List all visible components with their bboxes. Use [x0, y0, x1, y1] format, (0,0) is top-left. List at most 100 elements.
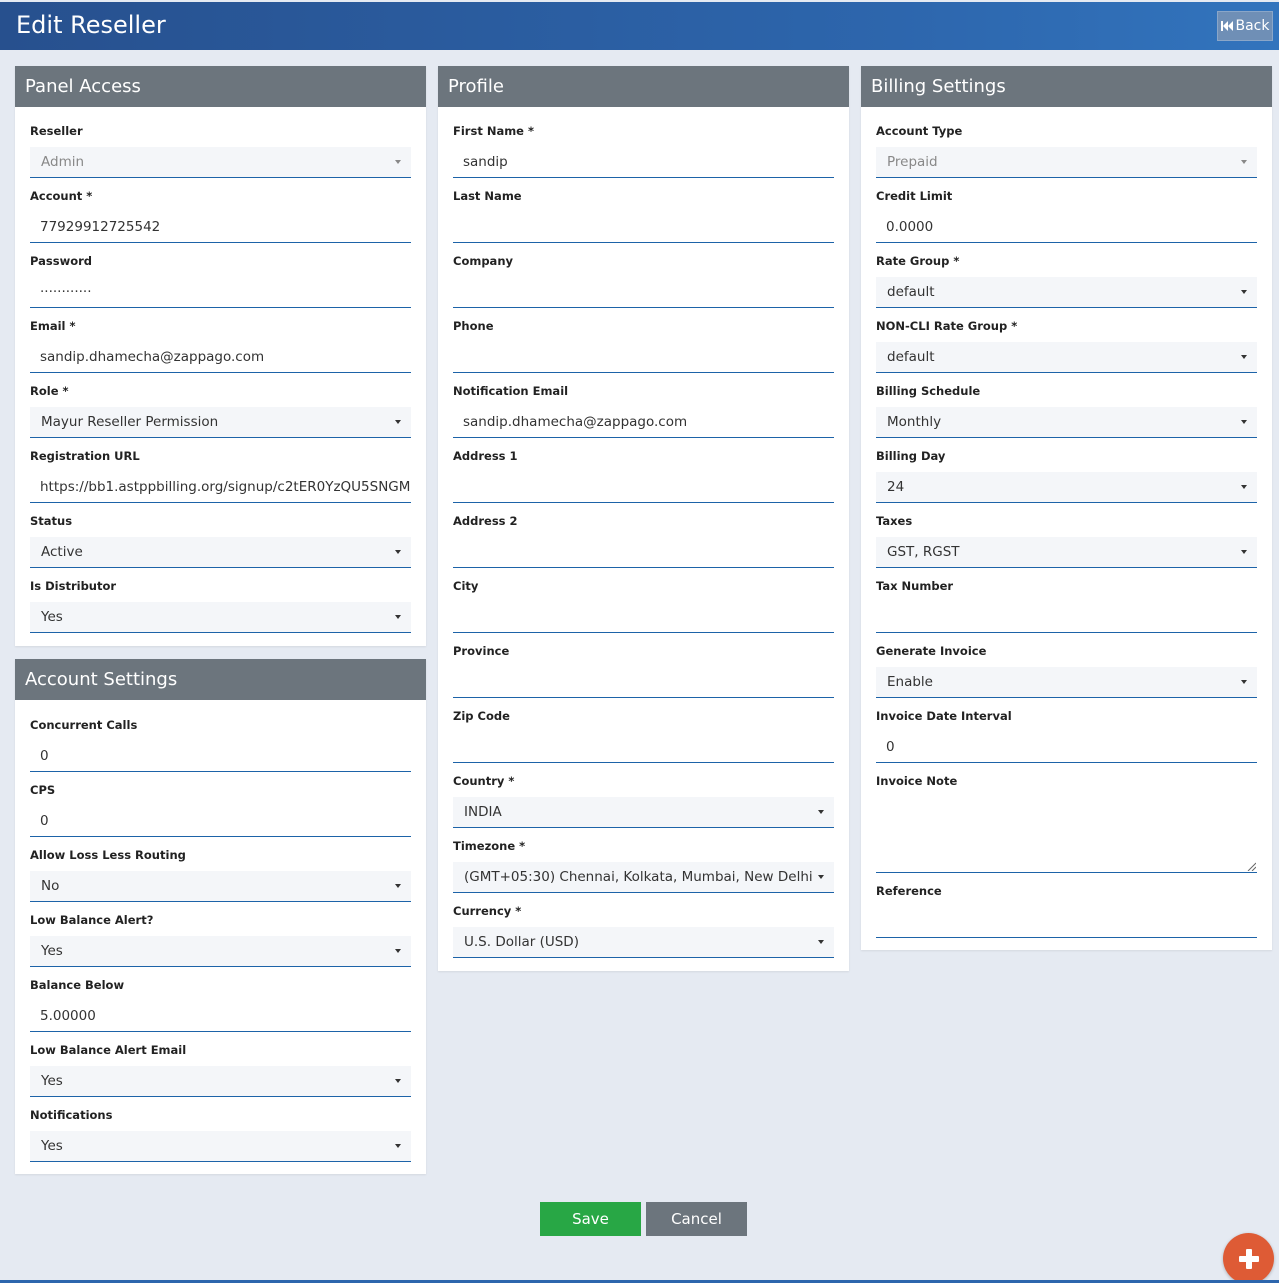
tax-number-input[interactable] [876, 602, 1257, 633]
rate-group-value: default [887, 284, 935, 300]
panel-access: Panel Access Reseller Admin Account * 77929… [15, 66, 426, 646]
is-distributor-select[interactable]: Yes [30, 602, 411, 633]
currency-field: Currency * U.S. Dollar (USD) [453, 904, 834, 958]
is-distributor-field: Is Distributor Yes [30, 579, 411, 633]
email-field: Email * sandip.dhamecha@zappago.com [30, 319, 411, 373]
last-name-label: Last Name [453, 189, 522, 203]
notification-email-input[interactable]: sandip.dhamecha@zappago.com [453, 407, 834, 438]
billing-day-field: Billing Day 24 [876, 449, 1257, 503]
address-1-input[interactable] [453, 472, 834, 503]
address-2-input[interactable] [453, 537, 834, 568]
generate-invoice-value: Enable [887, 674, 933, 690]
caret-down-icon [1241, 290, 1247, 294]
company-field: Company [453, 254, 834, 308]
credit-limit-label: Credit Limit [876, 189, 953, 203]
credit-limit-input[interactable]: 0.0000 [876, 212, 1257, 243]
caret-down-icon [395, 160, 401, 164]
cps-input[interactable]: 0 [30, 806, 411, 837]
is-distributor-label: Is Distributor [30, 579, 117, 593]
registration-url-input[interactable]: https://bb1.astppbilling.org/signup/c2tE… [30, 472, 411, 503]
concurrent-calls-input[interactable]: 0 [30, 741, 411, 772]
status-label: Status [30, 514, 73, 528]
billing-settings-title: Billing Settings [861, 66, 1272, 107]
role-select[interactable]: Mayur Reseller Permission [30, 407, 411, 438]
account-settings-panel: Account Settings Concurrent Calls 0 CPS 0 Al… [15, 659, 426, 1174]
password-input[interactable]: ············ [30, 277, 411, 308]
password-value: ············ [40, 284, 92, 300]
taxes-label: Taxes [876, 514, 913, 528]
rate-group-select[interactable]: default [876, 277, 1257, 308]
first-name-value: sandip [463, 154, 508, 170]
credit-limit-field: Credit Limit 0.0000 [876, 189, 1257, 243]
reference-label: Reference [876, 884, 942, 898]
timezone-label: Timezone * [453, 839, 526, 853]
registration-url-label: Registration URL [30, 449, 140, 463]
address-2-label: Address 2 [453, 514, 518, 528]
province-label: Province [453, 644, 510, 658]
taxes-select[interactable]: GST, RGST [876, 537, 1257, 568]
add-fab-button[interactable] [1223, 1233, 1274, 1283]
invoice-date-interval-field: Invoice Date Interval 0 [876, 709, 1257, 763]
save-button[interactable]: Save [540, 1202, 641, 1236]
is-distributor-value: Yes [41, 609, 63, 625]
low-balance-alert-label: Low Balance Alert? [30, 913, 154, 927]
profile-panel: Profile First Name * sandip Last Name Compa… [438, 66, 849, 971]
invoice-date-interval-value: 0 [886, 739, 895, 755]
account-value: 77929912725542 [40, 219, 161, 235]
invoice-date-interval-input[interactable]: 0 [876, 732, 1257, 763]
low-balance-alert-email-select[interactable]: Yes [30, 1066, 411, 1097]
invoice-note-textarea[interactable] [876, 797, 1257, 873]
back-button[interactable]: Back [1217, 11, 1273, 41]
city-input[interactable] [453, 602, 834, 633]
company-input[interactable] [453, 277, 834, 308]
first-name-field: First Name * sandip [453, 124, 834, 178]
last-name-input[interactable] [453, 212, 834, 243]
zip-code-field: Zip Code [453, 709, 834, 763]
notifications-label: Notifications [30, 1108, 113, 1122]
role-value: Mayur Reseller Permission [41, 414, 219, 430]
caret-down-icon [395, 615, 401, 619]
back-label: Back [1235, 18, 1270, 34]
caret-down-icon [1241, 420, 1247, 424]
caret-down-icon [395, 1144, 401, 1148]
tax-number-label: Tax Number [876, 579, 954, 593]
province-input[interactable] [453, 667, 834, 698]
zip-code-input[interactable] [453, 732, 834, 763]
allow-loss-less-routing-select[interactable]: No [30, 871, 411, 902]
currency-select[interactable]: U.S. Dollar (USD) [453, 927, 834, 958]
non-cli-rate-group-select[interactable]: default [876, 342, 1257, 373]
timezone-value: (GMT+05:30) Chennai, Kolkata, Mumbai, Ne… [464, 869, 813, 885]
country-value: INDIA [464, 804, 502, 820]
country-select[interactable]: INDIA [453, 797, 834, 828]
caret-down-icon [395, 884, 401, 888]
low-balance-alert-select[interactable]: Yes [30, 936, 411, 967]
first-name-input[interactable]: sandip [453, 147, 834, 178]
cancel-button[interactable]: Cancel [646, 1202, 747, 1236]
account-input[interactable]: 77929912725542 [30, 212, 411, 243]
rate-group-label: Rate Group * [876, 254, 960, 268]
generate-invoice-label: Generate Invoice [876, 644, 987, 658]
plus-icon [1238, 1248, 1259, 1269]
reference-input[interactable] [876, 907, 1257, 938]
status-select[interactable]: Active [30, 537, 411, 568]
generate-invoice-select[interactable]: Enable [876, 667, 1257, 698]
billing-schedule-field: Billing Schedule Monthly [876, 384, 1257, 438]
account-type-label: Account Type [876, 124, 963, 138]
balance-below-input[interactable]: 5.00000 [30, 1001, 411, 1032]
timezone-select[interactable]: (GMT+05:30) Chennai, Kolkata, Mumbai, Ne… [453, 862, 834, 893]
non-cli-rate-group-label: NON-CLI Rate Group * [876, 319, 1018, 333]
skip-back-icon [1220, 21, 1233, 31]
notification-email-value: sandip.dhamecha@zappago.com [463, 414, 688, 430]
notifications-select[interactable]: Yes [30, 1131, 411, 1162]
account-settings-title: Account Settings [15, 659, 426, 700]
notifications-value: Yes [41, 1138, 63, 1154]
rate-group-field: Rate Group * default [876, 254, 1257, 308]
email-input[interactable]: sandip.dhamecha@zappago.com [30, 342, 411, 373]
concurrent-calls-value: 0 [40, 748, 49, 764]
billing-schedule-select[interactable]: Monthly [876, 407, 1257, 438]
country-label: Country * [453, 774, 515, 788]
billing-day-select[interactable]: 24 [876, 472, 1257, 503]
resize-handle-icon[interactable] [1246, 861, 1256, 871]
phone-input[interactable] [453, 342, 834, 373]
address-2-field: Address 2 [453, 514, 834, 568]
